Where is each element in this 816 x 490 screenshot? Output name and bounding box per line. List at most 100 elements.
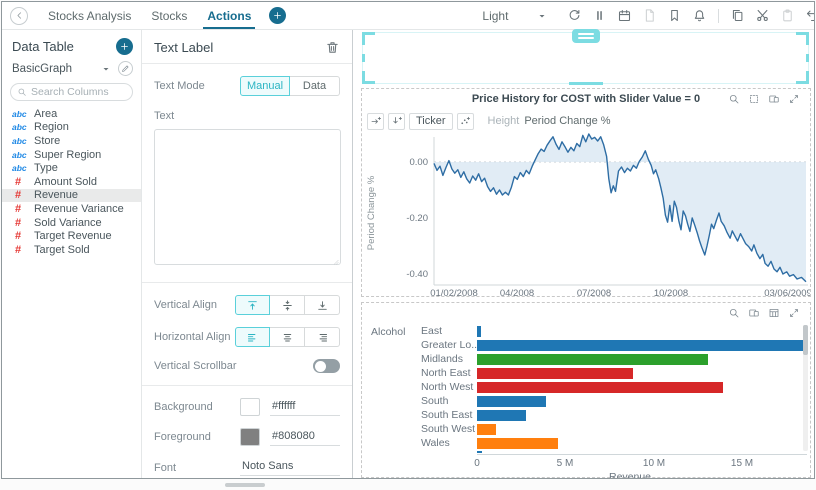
vertical-align-bottom-button[interactable]	[305, 295, 340, 315]
price-history-chart-panel[interactable]: Price History for COST with Slider Value…	[361, 88, 811, 297]
revenue-bar-chart-panel[interactable]: AlcoholEastGreater Lo...MidlandsNorth Ea…	[361, 302, 811, 478]
column-item[interactable]: #Revenue Variance	[2, 202, 141, 216]
column-item[interactable]: abcType	[2, 161, 141, 175]
search-columns-input[interactable]	[31, 86, 126, 98]
background-color-swatch[interactable]	[240, 398, 260, 416]
svg-text:10/2008: 10/2008	[654, 288, 688, 297]
partial-bar	[477, 451, 482, 453]
tab-actions[interactable]: Actions	[197, 2, 261, 29]
selection-edge-handle[interactable]	[569, 82, 603, 85]
bar[interactable]	[477, 424, 496, 435]
bar[interactable]	[477, 382, 723, 393]
selection-edge-handle[interactable]	[806, 54, 809, 62]
bar-category-label: North East	[421, 367, 471, 379]
bar[interactable]	[477, 340, 806, 351]
copy-icon[interactable]	[730, 8, 746, 24]
column-item[interactable]: abcRegion	[2, 121, 141, 135]
foreground-color-value[interactable]: #808080	[270, 428, 340, 446]
bar-chart-scrollbar-track[interactable]	[803, 325, 808, 451]
column-item[interactable]: #Sold Variance	[2, 216, 141, 230]
selection-corner-handle[interactable]	[362, 71, 375, 84]
table-icon[interactable]	[767, 306, 781, 320]
foreground-color-swatch[interactable]	[240, 428, 260, 446]
alerts-icon[interactable]	[692, 8, 708, 24]
panel-scroll-indicator[interactable]	[225, 483, 265, 487]
background-color-value[interactable]: #ffffff	[270, 398, 340, 416]
add-data-table-button[interactable]	[116, 38, 133, 55]
column-type-icon: abc	[12, 163, 34, 173]
ticker-breakdown-button[interactable]: Ticker	[409, 113, 453, 130]
selection-corner-handle[interactable]	[796, 71, 809, 84]
horizontal-align-left-button[interactable]	[235, 327, 270, 347]
schedule-icon[interactable]	[617, 8, 633, 24]
expand-icon[interactable]	[787, 92, 801, 106]
column-type-icon: abc	[12, 150, 34, 160]
text-field-label: Text	[154, 110, 174, 122]
horizontal-align-label: Horizontal Align	[154, 331, 230, 343]
bar[interactable]	[477, 438, 558, 449]
tab-stocks[interactable]: Stocks	[141, 2, 197, 29]
selection-edge-handle[interactable]	[362, 54, 365, 62]
bar-group-label: Alcohol	[371, 326, 405, 338]
horizontal-align-right-button[interactable]	[305, 327, 340, 347]
chevron-down-icon[interactable]	[100, 63, 112, 75]
selection-drag-handle[interactable]	[572, 29, 600, 43]
font-family-select[interactable]: Noto Sans	[240, 458, 340, 476]
bar-chart-scrollbar-thumb[interactable]	[803, 325, 808, 355]
add-column-breakdown-button[interactable]	[367, 113, 384, 130]
marquee-icon[interactable]	[747, 92, 761, 106]
pause-icon[interactable]	[592, 8, 608, 24]
column-item[interactable]: abcSuper Region	[2, 148, 141, 162]
bar[interactable]	[477, 326, 481, 337]
text-value-textarea[interactable]	[154, 129, 341, 265]
arrow-left-icon	[14, 10, 25, 21]
horizontal-align-center-button[interactable]	[270, 327, 305, 347]
zoom-icon[interactable]	[727, 306, 741, 320]
column-item[interactable]: #Target Revenue	[2, 229, 141, 243]
text-mode-label: Text Mode	[154, 80, 205, 92]
bar[interactable]	[477, 396, 546, 407]
height-value[interactable]: Period Change %	[524, 115, 610, 127]
column-label: Target Sold	[34, 244, 90, 256]
data-table-select[interactable]: BasicGraph	[12, 63, 100, 75]
column-label: Type	[34, 162, 58, 174]
export-icon[interactable]	[767, 92, 781, 106]
tab-stocks-analysis[interactable]: Stocks Analysis	[38, 2, 141, 29]
add-dashboard-button[interactable]	[269, 7, 286, 24]
export-icon[interactable]	[747, 306, 761, 320]
bookmark-icon[interactable]	[667, 8, 683, 24]
font-label: Font	[154, 458, 240, 474]
add-row-breakdown-button[interactable]	[388, 113, 405, 130]
selection-corner-handle[interactable]	[796, 32, 809, 45]
refresh-icon[interactable]	[567, 8, 583, 24]
expand-icon[interactable]	[787, 306, 801, 320]
delete-part-button[interactable]	[324, 39, 340, 55]
app-window: Stocks AnalysisStocksActions Light Save …	[1, 1, 815, 479]
bar[interactable]	[477, 368, 633, 379]
back-button[interactable]	[10, 7, 28, 25]
column-item[interactable]: #Amount Sold	[2, 175, 141, 189]
selected-text-label-part[interactable]	[362, 32, 809, 84]
column-item[interactable]: abcStore	[2, 134, 141, 148]
vertical-align-top-button[interactable]	[235, 295, 270, 315]
x-axis-label: Revenue	[609, 471, 651, 479]
vertical-scrollbar-toggle[interactable]	[313, 359, 340, 373]
text-mode-manual-button[interactable]: Manual	[240, 76, 290, 96]
undo-icon[interactable]	[805, 8, 815, 24]
column-item[interactable]: #Revenue	[2, 189, 141, 203]
scatter-plus-icon-button[interactable]	[457, 113, 474, 130]
text-mode-data-button[interactable]: Data	[290, 76, 340, 96]
x-axis-tick: 0	[474, 458, 480, 469]
vertical-align-bottom-icon	[316, 299, 329, 312]
vertical-align-middle-button[interactable]	[270, 295, 305, 315]
bar[interactable]	[477, 354, 708, 365]
theme-select[interactable]: Light	[482, 9, 548, 23]
column-label: Area	[34, 108, 57, 120]
column-item[interactable]: #Target Sold	[2, 243, 141, 257]
zoom-icon[interactable]	[727, 92, 741, 106]
cut-icon[interactable]	[755, 8, 771, 24]
column-item[interactable]: abcArea	[2, 107, 141, 121]
edit-data-table-button[interactable]	[118, 61, 133, 76]
selection-corner-handle[interactable]	[362, 32, 375, 45]
bar[interactable]	[477, 410, 526, 421]
